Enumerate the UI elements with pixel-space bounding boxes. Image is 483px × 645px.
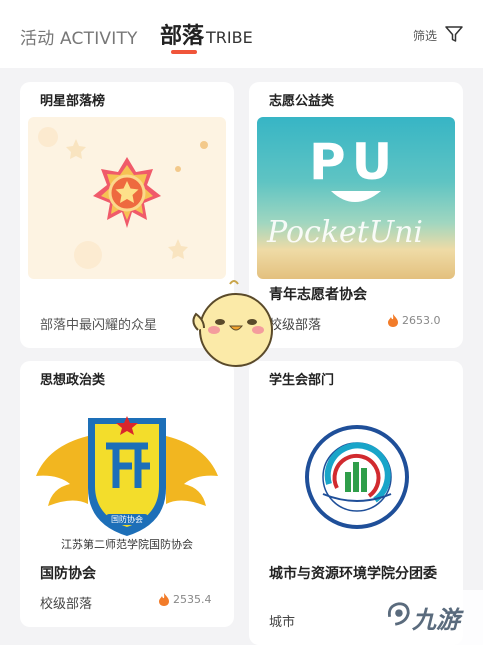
card-category: 明星部落榜 [40, 94, 106, 109]
heat-value: 2535.4 [173, 593, 212, 606]
logo-caption: 江苏第二师范学院国防协会 [61, 538, 193, 551]
filter-funnel-icon[interactable] [444, 24, 464, 44]
heat-score: 2653.0 [387, 314, 441, 327]
defense-tribe-card[interactable]: 思想政治类 国防协会 江苏第二师范学院国防协会 国防协会 校级部落 2535.4 [20, 361, 234, 627]
defense-logo: 国防协会 江苏第二师范学院国防协会 [28, 396, 226, 558]
tribe-name: 城市与资源环境学院分团委 [269, 566, 437, 582]
top-header: 活动 ACTIVITY 部落 TRIBE 筛选 [0, 0, 483, 68]
smile-icon [331, 191, 381, 202]
tab-activity[interactable]: 活动 ACTIVITY [20, 24, 138, 49]
defense-badge-icon [36, 416, 218, 536]
college-seal-icon [305, 425, 409, 529]
flame-icon [388, 314, 398, 327]
tab-tribe-cn: 部落 [160, 24, 205, 49]
active-tab-indicator [171, 50, 197, 54]
tribe-name: 国防协会 [40, 566, 96, 582]
tab-tribe[interactable]: 部落 TRIBE [160, 18, 253, 50]
watermark-text: 九游 [412, 606, 460, 634]
star-medal-icon [38, 127, 208, 269]
heat-value: 2653.0 [402, 314, 441, 327]
card-category: 志愿公益类 [269, 94, 335, 109]
tribe-level: 校级部落 [40, 597, 93, 612]
heat-score: 2535.4 [158, 593, 212, 606]
card-subtitle: 部落中最闪耀的众星 [40, 318, 158, 333]
college-logo [257, 396, 455, 558]
banner-pocketuni-text: PocketUni [267, 215, 424, 250]
tribe-name: 青年志愿者协会 [269, 287, 367, 303]
chick-mascot-icon [192, 280, 273, 367]
card-category: 思想政治类 [40, 373, 106, 388]
nine-game-logo-icon [387, 602, 410, 626]
flame-icon [159, 593, 169, 606]
card-category: 学生会部门 [269, 373, 335, 388]
tribe-level: 城市 [269, 615, 296, 630]
filter-label[interactable]: 筛选 [413, 27, 437, 44]
logo-badge-text: 国防协会 [106, 514, 148, 525]
pocketuni-banner: PU PocketUni [257, 117, 455, 279]
tab-tribe-en: TRIBE [206, 28, 253, 47]
star-banner [28, 117, 226, 279]
